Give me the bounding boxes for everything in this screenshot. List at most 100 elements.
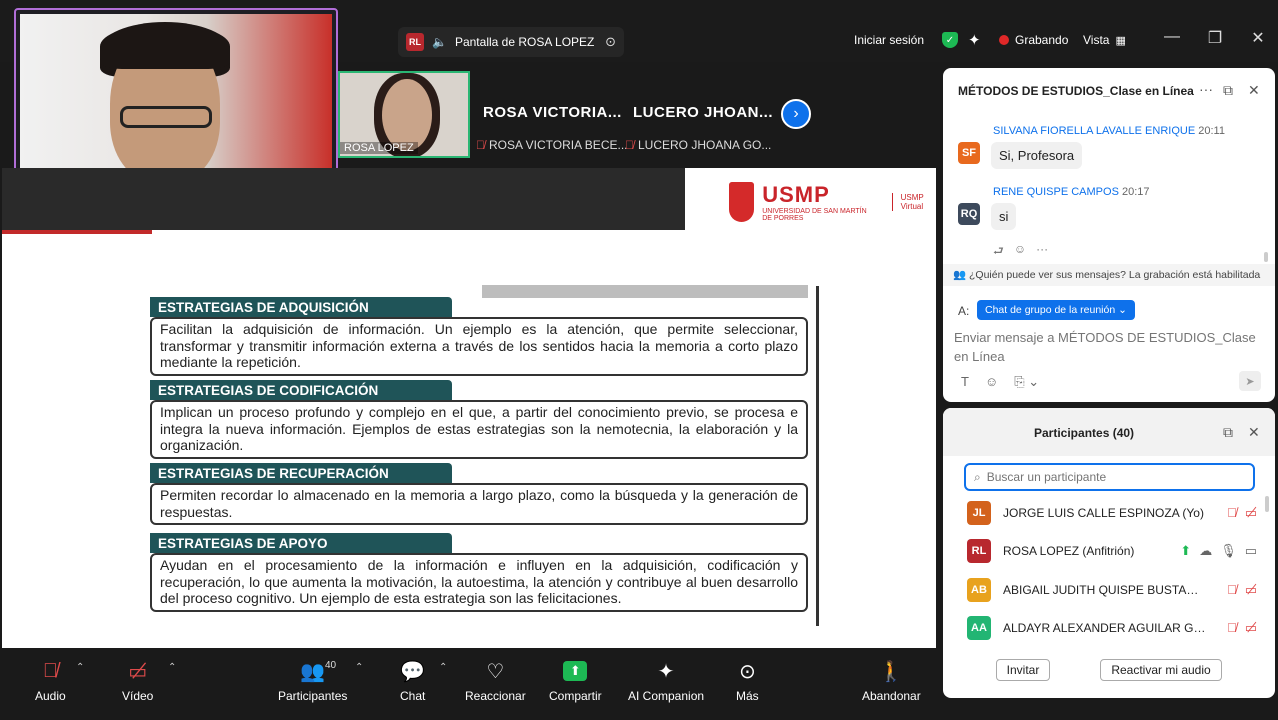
message-time: 20:11 (1198, 125, 1225, 137)
video-tile-rosa-victoria[interactable]: ROSA VICTORIA... (483, 104, 622, 121)
chat-scrollbar[interactable] (1264, 252, 1268, 262)
video-off-icon: ▭̸ (1244, 620, 1257, 635)
strategy-body: Permiten recordar lo almacenado en la me… (150, 483, 808, 525)
view-label: Vista (1083, 33, 1110, 47)
mic-off-icon: 🎙̸ (625, 138, 634, 152)
reply-icon[interactable]: ⮐ (993, 242, 1004, 263)
mic-off-icon: 🎙̸ (476, 138, 485, 152)
message-sender[interactable]: RENE QUISPE CAMPOS 20:17 (993, 186, 1150, 198)
security-shield-icon[interactable]: ✓ (942, 30, 958, 50)
strategy-title: ESTRATEGIAS DE ADQUISICIÓN (150, 297, 452, 317)
message-bubble[interactable]: Si, Profesora (991, 142, 1083, 169)
participants-options-caret-icon[interactable]: ⌃ (355, 662, 363, 673)
popout-icon[interactable]: ⧉ (1223, 82, 1233, 99)
format-text-icon[interactable]: T (961, 374, 969, 390)
mic-muted-icon: 🎙̸ (1226, 620, 1237, 635)
participant-status: 🎙̸ ▭̸ (1227, 505, 1257, 521)
chat-title: MÉTODOS DE ESTUDIOS_Clase en Línea (958, 84, 1194, 98)
screenshot-icon[interactable]: ⎘ ⌄ (1014, 374, 1039, 390)
recipient-dropdown[interactable]: Chat de grupo de la reunión ⌄ (977, 300, 1135, 320)
more-options-icon[interactable]: ··· (1199, 81, 1213, 97)
visibility-notice[interactable]: 👥 ¿Quién puede ver sus mensajes? La grab… (943, 264, 1275, 286)
video-options-caret-icon[interactable]: ⌃ (168, 662, 176, 673)
signin-link[interactable]: Iniciar sesión (854, 30, 924, 50)
mic-icon: 🎙 (1220, 543, 1237, 558)
invite-button[interactable]: Invitar (996, 659, 1050, 681)
ai-label: AI Companion (628, 689, 705, 703)
participants-title: Participantes (40) (1034, 426, 1135, 440)
participant-status: 🎙̸ ▭̸ (1227, 620, 1257, 636)
participants-scrollbar[interactable] (1265, 496, 1269, 512)
chat-button[interactable]: 💬 Chat (400, 658, 426, 704)
chevron-down-icon: ⌄ (1118, 304, 1127, 316)
view-button[interactable]: Vista ▦ (1083, 30, 1126, 50)
slide-divider (816, 286, 819, 626)
react-button[interactable]: ♡ Reaccionar (465, 658, 526, 704)
ai-companion-button[interactable]: ✦ AI Companion (628, 658, 705, 704)
tile-sub-rosa-victoria: 🎙̸ ROSA VICTORIA BECE... (476, 138, 628, 152)
sender-name[interactable]: SILVANA FIORELLA LAVALLE ENRIQUE (993, 125, 1195, 137)
participants-button[interactable]: 👥 Participantes (278, 658, 348, 704)
search-icon: ⌕ (974, 469, 981, 484)
mic-muted-icon: 🎙̸ (1226, 582, 1237, 597)
participant-search[interactable]: ⌕ (964, 463, 1255, 491)
self-video-tile[interactable]: ● ● ● ● ● ● (14, 8, 338, 193)
tile-subname: LUCERO JHOANA GO... (638, 138, 772, 152)
leave-button[interactable]: 🚶 Abandonar (862, 658, 921, 704)
next-page-arrow-icon[interactable]: › (781, 99, 811, 129)
chat-options-caret-icon[interactable]: ⌃ (439, 662, 447, 673)
chat-icon: 💬 (400, 660, 426, 683)
share-button[interactable]: ⬆ Compartir (549, 658, 602, 703)
participant-search-input[interactable] (986, 470, 1237, 484)
participants-icon: 👥 (300, 660, 326, 683)
video-tile-rosa-lopez[interactable]: ROSA LOPEZ (338, 71, 470, 158)
tile-sub-lucero: 🎙̸ LUCERO JHOANA GO... (625, 138, 771, 152)
message-bubble[interactable]: si (991, 203, 1017, 230)
strategy-block: ESTRATEGIAS DE RECUPERACIÓN Permiten rec… (150, 463, 808, 525)
people-icon: 👥 (953, 269, 967, 281)
strategy-body: Facilitan la adquisición de información.… (150, 317, 808, 376)
participant-row[interactable]: JL JORGE LUIS CALLE ESPINOZA (Yo) 🎙̸ ▭̸ (967, 500, 1257, 526)
popout-icon[interactable]: ⧉ (1223, 424, 1233, 441)
emoji-react-icon[interactable]: ☺ (1014, 242, 1026, 263)
close-icon[interactable]: ✕ (1248, 82, 1260, 99)
participant-name: JORGE LUIS CALLE ESPINOZA (Yo) (1003, 506, 1204, 520)
slide-header-band (2, 168, 685, 230)
participants-label: Participantes (278, 689, 348, 703)
audio-options-caret-icon[interactable]: ⌃ (76, 662, 84, 673)
chat-message-input[interactable] (954, 328, 1264, 368)
video-button[interactable]: ▭̸ Vídeo (122, 658, 153, 704)
ai-sparkle-icon: ✦ (657, 660, 675, 683)
signin-label[interactable]: Iniciar sesión (854, 33, 924, 47)
more-button[interactable]: ⊙ Más (736, 658, 759, 704)
tile-subname: ROSA VICTORIA BECE... (489, 138, 628, 152)
audio-button[interactable]: 🎙̸ Audio (35, 658, 66, 704)
ai-sparkle-icon[interactable]: ✦ (968, 30, 981, 50)
restore-icon[interactable]: ❐ (1200, 28, 1230, 48)
participant-row[interactable]: RL ROSA LOPEZ (Anfitrión) ⬆ ☁ 🎙 ▭ (967, 538, 1257, 564)
message-sender[interactable]: SILVANA FIORELLA LAVALLE ENRIQUE 20:11 (993, 125, 1225, 137)
recording-indicator[interactable]: Grabando (999, 30, 1068, 50)
close-window-icon[interactable]: ✕ (1243, 28, 1273, 48)
video-icon: ▭ (1244, 543, 1257, 558)
video-off-icon: ▭̸ (1244, 582, 1257, 597)
video-tile-lucero[interactable]: LUCERO JHOAN... (633, 104, 773, 121)
minimize-icon[interactable]: — (1157, 28, 1187, 46)
screen-share-indicator[interactable]: RL 🔈 Pantalla de ROSA LOPEZ ⊙ (398, 27, 624, 57)
sender-name[interactable]: RENE QUISPE CAMPOS (993, 186, 1119, 198)
reactivate-audio-button[interactable]: Reactivar mi audio (1100, 659, 1222, 681)
more-options-icon[interactable]: ⊙ (605, 34, 616, 50)
recording-dot-icon (999, 35, 1009, 45)
avatar: JL (967, 501, 991, 525)
close-icon[interactable]: ✕ (1248, 424, 1260, 441)
share-label: Pantalla de ROSA LOPEZ (454, 35, 595, 49)
more-icon: ⊙ (738, 660, 756, 683)
usmp-shield-icon (729, 182, 755, 222)
emoji-icon[interactable]: ☺ (985, 374, 998, 390)
participant-row[interactable]: AB ABIGAIL JUDITH QUISPE BUSTAMAN... 🎙̸ … (967, 577, 1257, 603)
more-icon[interactable]: ··· (1036, 242, 1048, 263)
send-icon[interactable]: ➤ (1239, 371, 1261, 391)
more-label: Más (736, 689, 759, 703)
participant-row[interactable]: AA ALDAYR ALEXANDER AGUILAR GUITI... 🎙̸ … (967, 615, 1257, 641)
avatar: RL (967, 539, 991, 563)
